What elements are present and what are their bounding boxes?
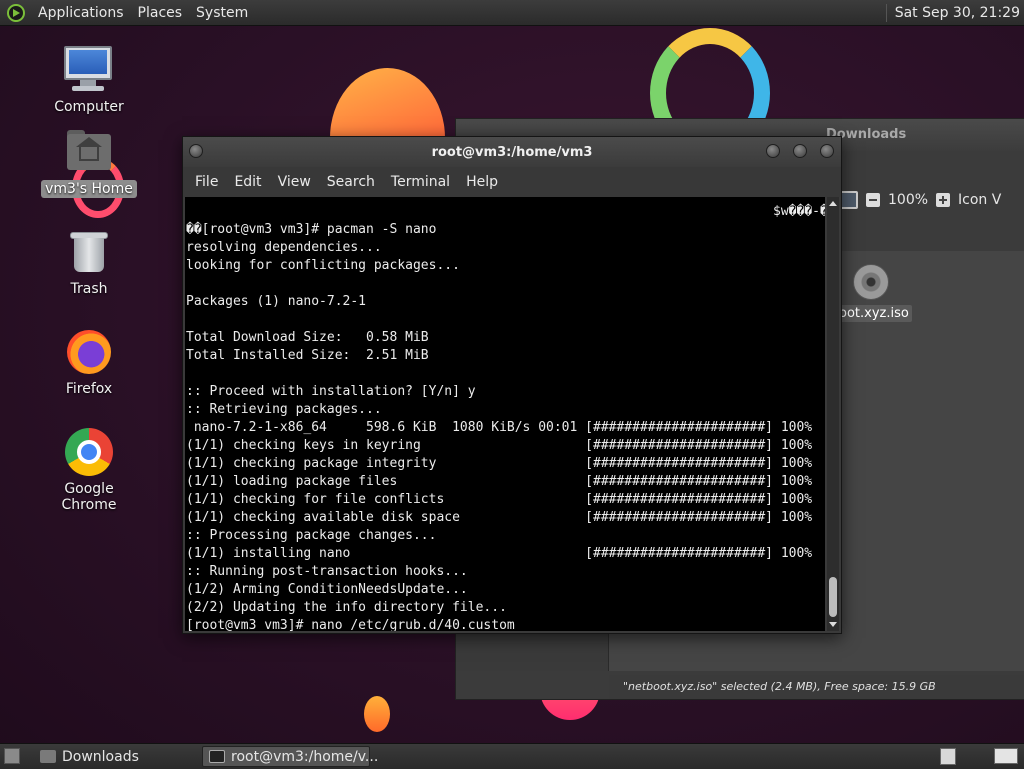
home-folder-icon [64,128,114,176]
wallpaper-shape [364,696,390,732]
folder-icon [40,750,56,763]
desktop-icon-label: Firefox [65,381,113,397]
scroll-up-icon[interactable] [829,201,837,206]
desktop-icon-trash[interactable]: Trash [34,228,144,298]
terminal-menubar: File Edit View Search Terminal Help [183,167,841,197]
clock[interactable]: Sat Sep 30, 21:29 [895,5,1024,21]
show-desktop-icon[interactable] [4,748,20,764]
scroll-down-icon[interactable] [829,622,837,627]
firefox-icon [64,328,114,376]
close-button[interactable] [820,144,834,158]
taskbar-item-downloads[interactable]: Downloads [34,746,194,767]
menu-terminal[interactable]: Terminal [383,174,458,190]
file-item-label: oot.xyz.iso [836,305,912,322]
desktop-icon-firefox[interactable]: Firefox [34,328,144,398]
top-panel: Applications Places System Sat Sep 30, 2… [0,0,1024,26]
terminal-window[interactable]: root@vm3:/home/vm3 File Edit View Search… [182,136,842,634]
desktop-icon-chrome[interactable]: Google Chrome [34,428,144,514]
file-manager-toolbar: 100% Icon V [836,185,1001,215]
workspace-switcher[interactable] [994,748,1018,764]
zoom-out-icon[interactable] [866,193,880,207]
terminal-scrollbar[interactable] [827,197,839,631]
menu-file[interactable]: File [187,174,226,190]
desktop-icon-label: Computer [54,99,124,115]
terminal-output: $w���-� ��[root@vm3 vm3]# pacman -S nano… [186,204,825,631]
menu-help[interactable]: Help [458,174,506,190]
menu-search[interactable]: Search [319,174,383,190]
trash-applet-icon[interactable] [940,748,956,765]
distro-logo-icon[interactable] [7,3,25,22]
file-manager-statusbar: "netboot.xyz.iso" selected (2.4 MB), Fre… [609,675,1024,699]
terminal-title: root@vm3:/home/vm3 [431,145,593,160]
disc-image-icon [853,264,889,300]
menu-view[interactable]: View [270,174,319,190]
chrome-icon [64,428,114,476]
taskbar-item-label: root@vm3:/home/v... [231,748,379,765]
taskbar-item-terminal[interactable]: root@vm3:/home/v... [202,746,378,767]
menu-applications[interactable]: Applications [31,5,131,21]
desktop-icon-label: Google Chrome [61,481,117,513]
bottom-panel: Downloads root@vm3:/home/v... [0,743,1024,769]
scrollbar-thumb[interactable] [829,577,837,617]
desktop-icon-label: vm3's Home [41,180,137,198]
desktop-icon-computer[interactable]: Computer [34,46,144,116]
minimize-button[interactable] [766,144,780,158]
terminal-icon [209,750,225,763]
maximize-button[interactable] [793,144,807,158]
zoom-in-icon[interactable] [936,193,951,207]
menu-edit[interactable]: Edit [226,174,269,190]
menu-system[interactable]: System [189,5,255,21]
panel-separator [885,3,887,22]
trash-icon [64,228,114,276]
computer-icon [64,46,114,94]
menu-places[interactable]: Places [131,5,190,21]
terminal-titlebar[interactable]: root@vm3:/home/vm3 [183,137,841,167]
file-item[interactable]: oot.xyz.iso [836,264,912,322]
view-mode-select[interactable]: Icon V [958,192,1001,208]
desktop-icon-label: Trash [70,281,108,297]
terminal-output-area[interactable]: $w���-� ��[root@vm3 vm3]# pacman -S nano… [185,197,825,631]
desktop-icon-home[interactable]: vm3's Home [34,128,144,198]
taskbar-item-label: Downloads [62,748,139,765]
zoom-level: 100% [888,192,929,208]
